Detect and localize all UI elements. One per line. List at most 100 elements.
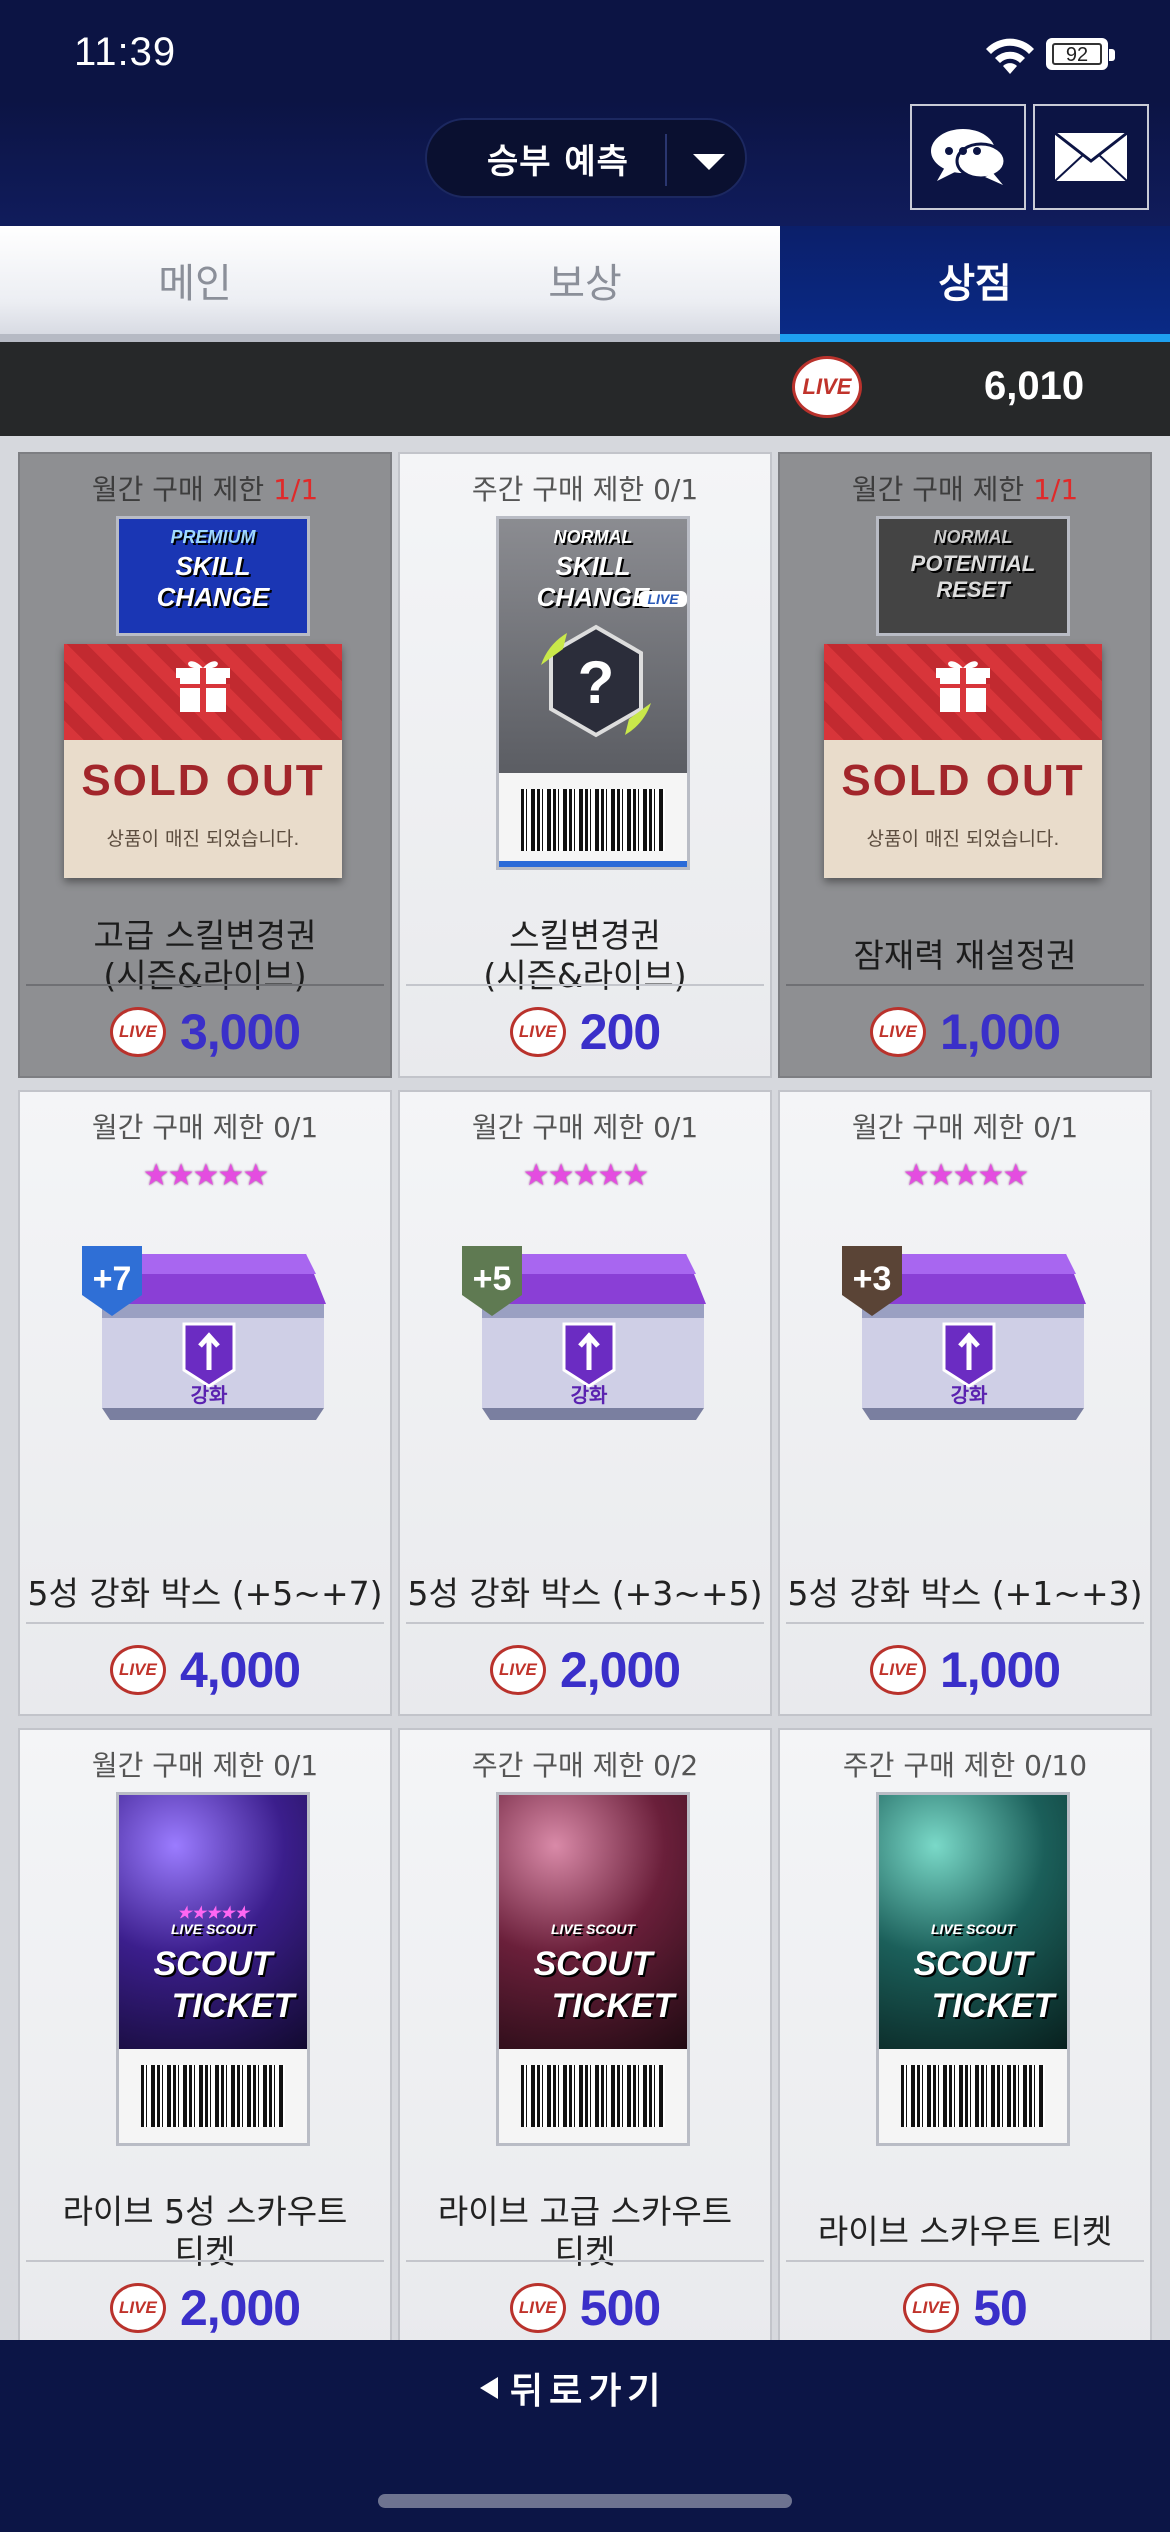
divider [26,984,384,986]
item-art: ★★★★★ 강화 +7 [20,1154,390,1564]
home-indicator[interactable] [378,2494,792,2508]
shop-item-upgrade-box-plus5[interactable]: 월간 구매 제한 0/1 ★★★★★ 강화 +5 5성 강화 박스 (+3~+5… [398,1090,772,1716]
divider [786,1622,1144,1624]
purchase-limit: 월간 구매 제한 1/1 [91,473,319,506]
live-coin-icon: LIVE [509,1007,566,1057]
purchase-limit: 주간 구매 제한 0/2 [471,1749,699,1782]
mail-icon [1054,131,1128,182]
live-coin-icon: LIVE [869,1007,926,1057]
wifi-icon [986,38,1034,74]
price-row: LIVE 1,000 [780,1632,1150,1708]
back-button-label: 뒤로가기 [510,2371,667,2412]
item-price: 1,000 [939,1642,1061,1698]
mode-dropdown[interactable]: 승부 예측 [425,118,747,198]
back-button[interactable]: 뒤로가기 [480,2358,690,2418]
purchase-limit: 월간 구매 제한 0/1 [851,1111,1079,1144]
shop-item-potential-reset[interactable]: 월간 구매 제한 1/1 NORMAL POTENTIAL RESET SOLD… [778,452,1152,1078]
price-row: LIVE 50 [780,2270,1150,2340]
currency-bar: LIVE 6,010 [0,342,1170,436]
battery-icon: 92 [1046,38,1115,70]
back-arrow-icon [480,2377,498,2399]
item-art: PREMIUM SKILL CHANGE SOLD OUT 상품이 매진 되었습… [20,516,390,926]
item-price: 4,000 [179,1642,301,1698]
mail-button[interactable] [1033,104,1149,210]
price-row: LIVE 3,000 [20,994,390,1070]
chat-button[interactable] [910,104,1026,210]
price-row: LIVE 500 [400,2270,770,2340]
live-coin-icon: LIVE [489,1645,546,1695]
live-coin-icon: LIVE [109,1007,166,1057]
divider [406,984,764,986]
svg-text:강화: 강화 [191,1383,228,1407]
bottom-bar: 뒤로가기 [0,2340,1170,2532]
shop-item-live-5star-scout-ticket[interactable]: 월간 구매 제한 0/1 ★★★★★ LIVE SCOUT SCOUT TICK… [18,1728,392,2340]
sold-out-overlay: SOLD OUT 상품이 매진 되었습니다. [824,644,1102,878]
item-name: 5성 강화 박스 (+1~+3) [787,1574,1143,1613]
chat-icon [931,129,1007,185]
shop-item-live-premium-scout-ticket[interactable]: 주간 구매 제한 0/2 LIVE SCOUT SCOUT TICKET 라이브… [398,1728,772,2340]
question-hex-icon: ? [541,624,651,738]
shop-item-premium-skill-change[interactable]: 월간 구매 제한 1/1 PREMIUM SKILL CHANGE SOLD O… [18,452,392,1078]
item-price: 3,000 [179,1004,301,1060]
mode-dropdown-label: 승부 예측 [487,141,629,182]
divider [406,2260,764,2262]
tab-shop[interactable]: 상점 [780,226,1170,342]
price-row: LIVE 1,000 [780,994,1150,1070]
star-rating: ★★★★★ [522,1158,649,1193]
item-art: LIVE SCOUT SCOUT TICKET [780,1792,1150,2202]
price-row: LIVE 2,000 [20,2270,390,2340]
item-price: 2,000 [559,1642,681,1698]
purchase-limit: 월간 구매 제한 0/1 [91,1111,319,1144]
live-coin-icon: LIVE [509,2283,566,2333]
price-row: LIVE 4,000 [20,1632,390,1708]
shop-item-live-scout-ticket[interactable]: 주간 구매 제한 0/10 LIVE SCOUT SCOUT TICKET 라이… [778,1728,1152,2340]
upgrade-box-image: 강화 [480,1254,706,1420]
shop-item-skill-change[interactable]: 주간 구매 제한 0/1 NORMAL SKILL CHANGE LIVE ? … [398,452,772,1078]
gift-icon [176,661,230,712]
svg-text:강화: 강화 [951,1383,988,1407]
shop-grid: 월간 구매 제한 1/1 PREMIUM SKILL CHANGE SOLD O… [0,436,1170,2340]
live-coin-icon: LIVE [869,1645,926,1695]
item-art: NORMAL SKILL CHANGE LIVE ? [400,516,770,926]
live-coin-icon: LIVE [792,356,862,418]
divider [786,2260,1144,2262]
chevron-down-icon [693,154,725,170]
status-bar: 11:39 92 [0,0,1170,100]
battery-level: 92 [1052,43,1102,65]
upgrade-box-image: 강화 [100,1254,326,1420]
currency-value: 6,010 [984,364,1085,408]
upgrade-box-image: 강화 [860,1254,1086,1420]
purchase-limit: 월간 구매 제한 0/1 [471,1111,699,1144]
item-price: 1,000 [939,1004,1061,1060]
item-name: 5성 강화 박스 (+5~+7) [27,1574,383,1613]
item-price: 500 [579,2280,661,2336]
shop-item-upgrade-box-plus7[interactable]: 월간 구매 제한 0/1 ★★★★★ 강화 +7 5성 강화 박스 (+5~+7… [18,1090,392,1716]
shop-item-upgrade-box-plus3[interactable]: 월간 구매 제한 0/1 ★★★★★ 강화 +3 5성 강화 박스 (+1~+3… [778,1090,1152,1716]
purchase-limit: 주간 구매 제한 0/1 [471,473,699,506]
item-art: ★★★★★ LIVE SCOUT SCOUT TICKET [20,1792,390,2202]
price-row: LIVE 2,000 [400,1632,770,1708]
divider [26,1622,384,1624]
item-name: 잠재력 재설정권 [853,936,1077,975]
price-row: LIVE 200 [400,994,770,1070]
item-art: ★★★★★ 강화 +5 [400,1154,770,1564]
tab-bar: 메인 보상 상점 [0,226,1170,342]
divider [786,984,1144,986]
potential-reset-ticket-image: NORMAL POTENTIAL RESET [876,516,1070,636]
item-price: 50 [973,2280,1028,2336]
purchase-limit: 월간 구매 제한 1/1 [851,473,1079,506]
divider [406,1622,764,1624]
item-art: LIVE SCOUT SCOUT TICKET [400,1792,770,2202]
tab-main[interactable]: 메인 [0,226,390,342]
mode-dropdown-divider [665,134,667,186]
purchase-limit: 주간 구매 제한 0/10 [842,1749,1088,1782]
header: 승부 예측 [0,100,1170,226]
scout-ticket-image: LIVE SCOUT SCOUT TICKET [496,1792,690,2146]
premium-skill-change-ticket-image: PREMIUM SKILL CHANGE [116,516,310,636]
tab-rewards[interactable]: 보상 [390,226,780,342]
live-coin-icon: LIVE [109,1645,166,1695]
item-art: ★★★★★ 강화 +3 [780,1154,1150,1564]
gift-icon [936,661,990,712]
item-price: 2,000 [179,2280,301,2336]
scout-ticket-image: LIVE SCOUT SCOUT TICKET [876,1792,1070,2146]
